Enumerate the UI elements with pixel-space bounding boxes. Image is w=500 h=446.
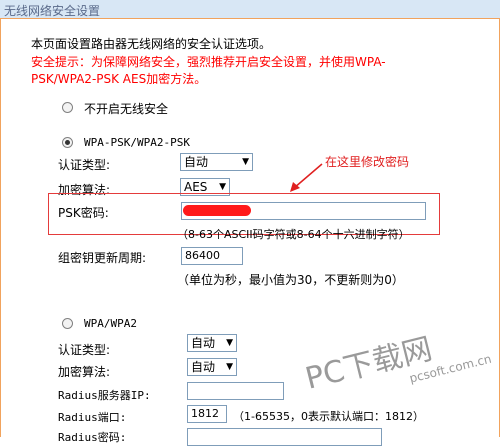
annotation-text: 在这里修改密码 — [325, 155, 410, 169]
psk-encryption-value: AES — [184, 180, 208, 194]
psk-password-hint: （8-63个ASCII码字符或8-64个十六进制字符） — [177, 228, 410, 241]
radius-password-label: Radius密码: — [58, 431, 127, 444]
watermark-logo: PC下载网 — [301, 331, 436, 397]
wpa-auth-type-select[interactable]: 自动 ▼ — [187, 334, 237, 352]
radio-wpa-psk-label: WPA-PSK/WPA2-PSK — [84, 136, 190, 149]
radius-password-input[interactable] — [187, 428, 382, 446]
psk-auth-type-select[interactable]: 自动 ▼ — [180, 153, 253, 171]
radius-port-hint: （1-65535，0表示默认端口：1812） — [233, 410, 424, 423]
radio-disable-security[interactable] — [62, 102, 73, 113]
radio-wpa-psk[interactable] — [62, 137, 73, 148]
wpa-encryption-label: 加密算法: — [58, 365, 111, 379]
psk-auth-type-value: 自动 — [184, 155, 209, 169]
chevron-down-icon: ▼ — [226, 362, 233, 372]
security-tip-line1: 安全提示：为保障网络安全，强烈推荐开启安全设置，并使用WPA- — [31, 55, 386, 69]
group-key-renewal-input[interactable]: 86400 — [181, 247, 243, 265]
radius-port-input[interactable]: 1812 — [187, 405, 227, 423]
psk-auth-type-label: 认证类型: — [58, 158, 111, 172]
wpa-encryption-value: 自动 — [191, 360, 216, 374]
chevron-down-icon: ▼ — [242, 157, 249, 167]
radius-port-value: 1812 — [191, 407, 219, 420]
window-title: 无线网络安全设置 — [4, 4, 101, 18]
wpa-encryption-select[interactable]: 自动 ▼ — [187, 358, 237, 376]
radius-ip-label: Radius服务器IP: — [58, 389, 151, 402]
wpa-auth-type-label: 认证类型: — [58, 343, 111, 357]
group-key-renewal-value: 86400 — [185, 249, 220, 262]
wpa-auth-type-value: 自动 — [191, 336, 216, 350]
radius-ip-input[interactable] — [187, 382, 284, 400]
security-tip-line2: PSK/WPA2-PSK AES加密方法。 — [31, 72, 207, 86]
intro-text: 本页面设置路由器无线网络的安全认证选项。 — [31, 37, 272, 51]
psk-password-label: PSK密码: — [58, 206, 109, 220]
radio-disable-security-label: 不开启无线安全 — [84, 102, 169, 116]
chevron-down-icon: ▼ — [226, 338, 233, 348]
group-key-renewal-hint: （单位为秒，最小值为30，不更新则为0） — [177, 273, 404, 287]
frame-border-left — [0, 18, 1, 437]
window-header: 无线网络安全设置 — [0, 0, 500, 19]
password-redaction-mark — [183, 205, 251, 216]
radio-wpa-enterprise[interactable] — [62, 318, 73, 329]
radio-wpa-enterprise-label: WPA/WPA2 — [84, 317, 137, 330]
group-key-renewal-label: 组密钥更新周期: — [58, 251, 147, 265]
radius-port-label: Radius端口: — [58, 411, 127, 424]
annotation-arrow-icon — [290, 163, 323, 192]
